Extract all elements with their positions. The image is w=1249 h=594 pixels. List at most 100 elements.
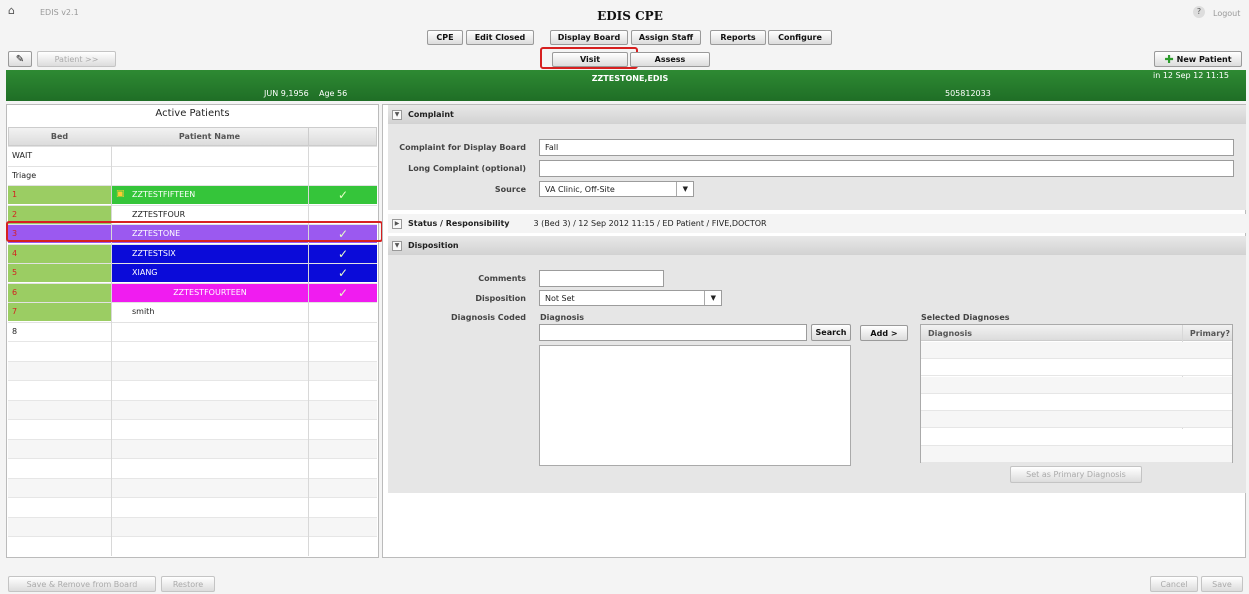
nav-configure[interactable]: Configure xyxy=(768,30,832,45)
long-complaint-label: Long Complaint (optional) xyxy=(408,164,526,173)
check-icon xyxy=(308,147,377,165)
bed-cell: 4 xyxy=(8,244,111,263)
disposition-label: Disposition xyxy=(475,294,526,303)
nav-assign-staff[interactable]: Assign Staff xyxy=(631,30,701,45)
check-column-divider xyxy=(308,146,309,556)
col-primary-header[interactable]: Primary? xyxy=(1186,329,1230,338)
check-icon: ✓ xyxy=(308,264,377,282)
search-button[interactable]: Search xyxy=(811,324,851,341)
diagnosis-row xyxy=(921,376,1232,394)
table-row[interactable]: 8 xyxy=(8,321,377,341)
table-row[interactable]: WAIT xyxy=(8,146,377,165)
diagnosis-row xyxy=(921,342,1232,359)
diagnosis-row xyxy=(921,445,1232,463)
status-value: 3 (Bed 3) / 12 Sep 2012 11:15 / ED Patie… xyxy=(533,219,767,228)
check-icon xyxy=(308,166,377,185)
complaint-header: Complaint xyxy=(408,110,454,119)
long-complaint-field[interactable] xyxy=(539,160,1234,177)
disposition-section-header[interactable]: ▼ Disposition xyxy=(388,236,1246,255)
table-row[interactable]: 6 ZZTESTFOURTEEN ✓ xyxy=(8,282,377,302)
home-icon[interactable]: ⌂ xyxy=(8,5,19,16)
diagnosis-row xyxy=(921,428,1232,446)
save-remove-button[interactable]: Save & Remove from Board xyxy=(8,576,156,592)
bed-cell: 5 xyxy=(8,264,111,282)
empty-row xyxy=(8,438,377,458)
source-value: VA Clinic, Off-Site xyxy=(545,184,615,194)
check-icon xyxy=(308,303,377,321)
new-patient-icon: ▣ xyxy=(116,189,125,199)
collapse-icon: ▼ xyxy=(392,109,402,120)
logout-link[interactable]: Logout xyxy=(1213,9,1240,18)
patient-name-cell: smith xyxy=(111,303,308,321)
pin-button[interactable]: ✎ xyxy=(8,51,32,67)
patient-name-cell: ZZTESTSIX xyxy=(111,244,308,263)
nav-edit-closed[interactable]: Edit Closed xyxy=(466,30,534,45)
patient-age: Age 56 xyxy=(319,89,348,98)
dropdown-arrow-icon: ▼ xyxy=(675,182,688,196)
diagnosis-row xyxy=(921,411,1232,429)
patient-next-button[interactable]: Patient >> xyxy=(37,51,116,67)
new-patient-button[interactable]: ✚ New Patient xyxy=(1154,51,1242,67)
nav-reports[interactable]: Reports xyxy=(710,30,766,45)
nav-display-board[interactable]: Display Board xyxy=(550,30,628,45)
app-version: EDIS v2.1 xyxy=(40,8,79,17)
source-select[interactable]: VA Clinic, Off-Site ▼ xyxy=(539,181,694,197)
col-name-header[interactable]: Patient Name xyxy=(111,132,308,141)
table-row[interactable]: 5 XIANG ✓ xyxy=(8,263,377,282)
complaint-section-header[interactable]: ▼ Complaint xyxy=(388,105,1246,124)
table-row[interactable]: 4 ZZTESTSIX ✓ xyxy=(8,243,377,263)
nav-cpe[interactable]: CPE xyxy=(427,30,463,45)
dropdown-arrow-icon: ▼ xyxy=(703,291,716,305)
check-icon: ✓ xyxy=(308,283,377,302)
save-button[interactable]: Save xyxy=(1201,576,1243,592)
cancel-button[interactable]: Cancel xyxy=(1150,576,1198,592)
selected-diagnoses-label: Selected Diagnoses xyxy=(921,313,1010,322)
add-diagnosis-button[interactable]: Add > xyxy=(860,325,908,341)
empty-row xyxy=(8,341,377,361)
active-patients-title: Active Patients xyxy=(155,108,230,119)
empty-row xyxy=(8,497,377,517)
app-title: EDIS CPE xyxy=(597,9,663,23)
disposition-value: Not Set xyxy=(545,293,575,303)
new-patient-label: New Patient xyxy=(1176,54,1232,64)
patient-name-cell: XIANG xyxy=(111,264,308,282)
help-icon[interactable]: ? xyxy=(1193,6,1205,18)
disposition-select[interactable]: Not Set ▼ xyxy=(539,290,722,306)
patient-checkin-time: in 12 Sep 12 11:15 xyxy=(1153,71,1229,80)
tab-visit-highlight xyxy=(540,47,638,69)
tab-assess[interactable]: Assess xyxy=(630,52,710,67)
comments-label: Comments xyxy=(478,274,526,283)
set-primary-diagnosis-button[interactable]: Set as Primary Diagnosis xyxy=(1010,466,1142,483)
patient-name: ZZTESTONE,EDIS xyxy=(591,74,669,83)
empty-row xyxy=(8,399,377,419)
patient-dob: JUN 9,1956 xyxy=(264,89,309,98)
restore-button[interactable]: Restore xyxy=(161,576,215,592)
empty-row xyxy=(8,477,377,497)
display-complaint-label: Complaint for Display Board xyxy=(399,143,526,152)
patient-name-cell xyxy=(111,322,308,341)
bed-column-divider xyxy=(111,146,112,556)
empty-row xyxy=(8,458,377,478)
diagnosis-results-list[interactable] xyxy=(539,345,851,466)
empty-row xyxy=(8,360,377,380)
display-complaint-field[interactable]: Fall xyxy=(539,139,1234,156)
diagnosis-row xyxy=(921,393,1232,411)
patient-name-cell xyxy=(111,166,308,185)
comments-field[interactable] xyxy=(539,270,664,287)
col-diagnosis-header[interactable]: Diagnosis xyxy=(928,329,972,338)
collapse-icon: ▼ xyxy=(392,240,402,251)
col-bed-header[interactable]: Bed xyxy=(8,132,111,141)
empty-row xyxy=(8,516,377,536)
diagnosis-search-field[interactable] xyxy=(539,324,807,341)
table-row[interactable]: 1 ZZTESTFIFTEEN ✓ ▣ xyxy=(8,185,377,204)
bed-cell: 1 xyxy=(8,186,111,204)
col-check-divider xyxy=(308,127,309,146)
table-row[interactable]: Triage xyxy=(8,165,377,185)
disposition-header: Disposition xyxy=(408,241,459,250)
table-row[interactable]: 7 smith xyxy=(8,302,377,321)
status-section-header[interactable]: ▶ Status / Responsibility 3 (Bed 3) / 12 S… xyxy=(388,214,1246,233)
patient-name-cell xyxy=(111,147,308,165)
diagnosis-row xyxy=(921,359,1232,377)
diagnosis-label: Diagnosis xyxy=(540,313,584,322)
patient-name-cell: ZZTESTFIFTEEN xyxy=(111,186,308,204)
